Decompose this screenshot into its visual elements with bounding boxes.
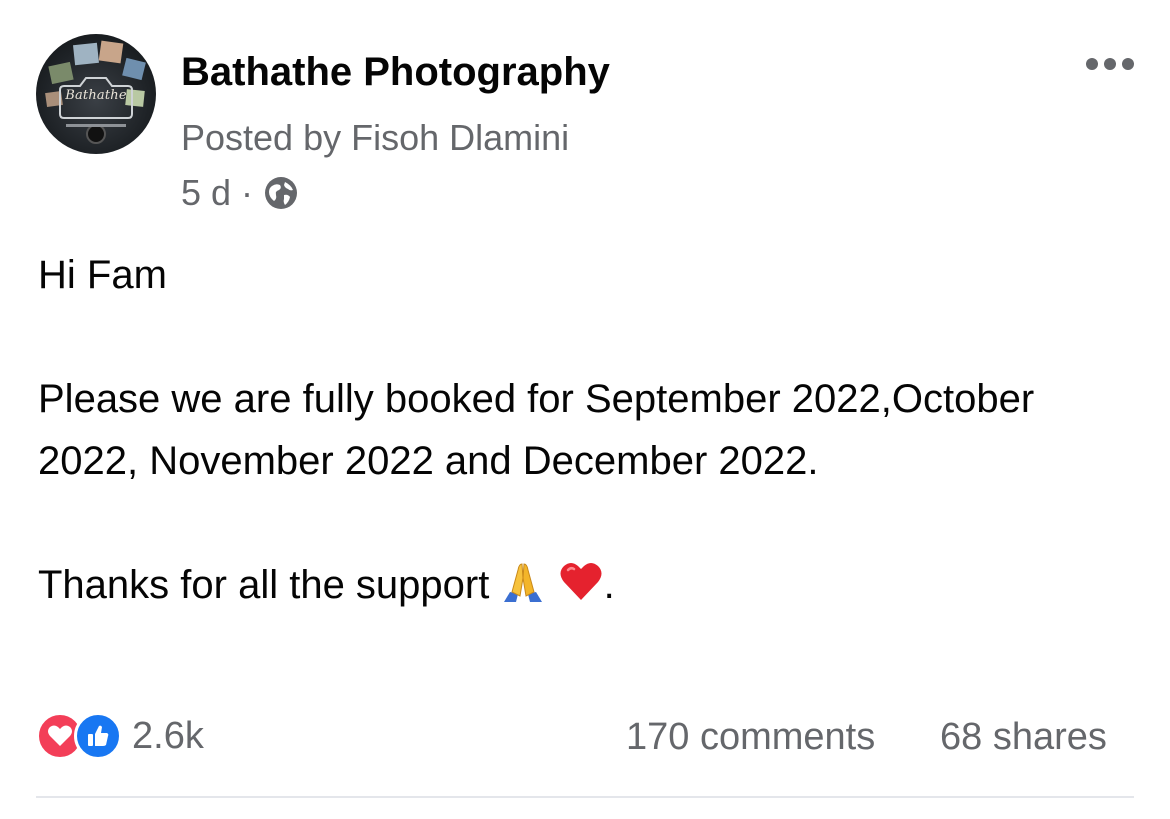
post-meta: 5 d · — [181, 172, 299, 214]
post-greeting: Hi Fam — [38, 253, 167, 297]
globe-icon[interactable] — [263, 175, 299, 211]
post-thanks-text: Thanks for all the support — [38, 563, 490, 607]
posted-by-label: Posted by Fisoh Dlamini — [181, 117, 570, 158]
post-body: Hi Fam Please we are fully booked for Se… — [38, 244, 1133, 616]
avatar-logo-text: Bathathe — [65, 88, 127, 103]
post-thanks-line: Thanks for all the support . — [38, 554, 1133, 616]
shares-count-link[interactable]: 68 shares — [940, 716, 1107, 759]
folded-hands-icon — [504, 563, 543, 602]
facebook-post: Bathathe Bathathe Photography Posted by … — [0, 0, 1170, 819]
post-thanks-period: . — [603, 563, 615, 607]
page-avatar[interactable]: Bathathe — [36, 34, 156, 154]
page-name-link[interactable]: Bathathe Photography — [181, 50, 610, 95]
comments-count-link[interactable]: 170 comments — [626, 716, 875, 759]
red-heart-icon — [560, 563, 602, 600]
footer-divider — [36, 796, 1134, 798]
post-message: Please we are fully booked for September… — [38, 377, 1035, 483]
reaction-count: 2.6k — [132, 714, 204, 757]
like-reaction-icon — [74, 712, 122, 760]
post-timestamp[interactable]: 5 d — [181, 172, 231, 214]
more-options-icon[interactable] — [1084, 50, 1136, 78]
reactions-summary[interactable]: 2.6k — [36, 712, 204, 760]
meta-separator: · — [241, 172, 254, 213]
